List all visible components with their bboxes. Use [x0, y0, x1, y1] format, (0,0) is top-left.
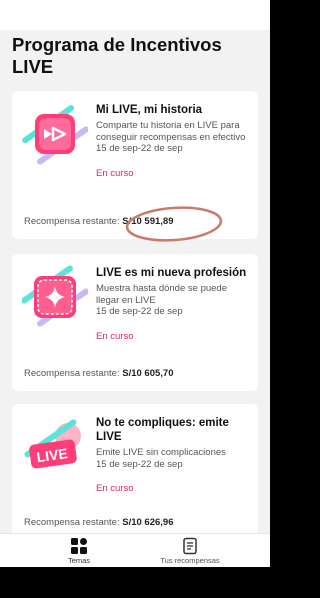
tab-temas[interactable]: Temas	[29, 537, 129, 565]
page-title: Programa de Incentivos LIVE	[12, 34, 222, 77]
reward-amount: S/10 605,70	[122, 368, 174, 379]
grid-icon	[71, 538, 87, 554]
card-dates: 15 de sep-22 de sep	[96, 458, 183, 470]
status-bar	[0, 0, 270, 30]
screen: Programa de Incentivos LIVE Mi LIVE, mi …	[0, 0, 270, 598]
reward-label: Recompensa restante:	[24, 368, 120, 379]
reward-label: Recompensa restante:	[24, 517, 120, 528]
card-description: Emite LIVE sin complicaciones	[96, 447, 226, 458]
status-label: En curso	[96, 483, 134, 494]
reward-row: Recompensa restante: S/10 605,70	[24, 368, 173, 379]
status-label: En curso	[96, 167, 134, 179]
reward-row: Recompensa restante: S/10 626,96	[24, 517, 173, 528]
card-title: No te compliques: emite LIVE	[96, 417, 229, 443]
bottom-tab-bar: Temas Tus recompensas	[0, 533, 270, 567]
sparkle-icon	[21, 263, 89, 329]
card-dates: 15 de sep-22 de sep	[96, 306, 183, 317]
status-label: En curso	[96, 330, 134, 342]
reward-amount: S/10 626,96	[122, 517, 174, 528]
incentive-card-mi-live[interactable]: Mi LIVE, mi historia Comparte tu histori…	[12, 91, 258, 242]
tab-label: Temas	[67, 556, 91, 565]
incentive-card-emite-live[interactable]: LIVE No te compliques: emite LIVE Emite …	[12, 404, 258, 540]
card-dates: 15 de sep-22 de sep	[96, 143, 183, 154]
system-nav-area	[0, 567, 270, 598]
incentive-card-nueva-profesion[interactable]: LIVE es mi nueva profesión Muestra hasta…	[12, 254, 258, 391]
tab-label: Tus recompensas	[160, 556, 220, 565]
card-description: Comparte tu historia en LIVE para conseg…	[96, 120, 246, 143]
card-title: Mi LIVE, mi historia	[96, 104, 203, 116]
live-badge-icon: LIVE	[22, 412, 88, 478]
document-icon	[183, 537, 197, 555]
card-title: LIVE es mi nueva profesión	[96, 267, 247, 279]
tab-recompensas[interactable]: Tus recompensas	[140, 537, 240, 565]
reward-row: Recompensa restante: S/10 591,89	[24, 216, 173, 227]
reward-label: Recompensa restante:	[24, 216, 120, 227]
video-play-icon	[22, 101, 89, 167]
card-description: Muestra hasta dónde se puede llegar en L…	[96, 283, 227, 306]
reward-amount: S/10 591,89	[122, 216, 174, 227]
